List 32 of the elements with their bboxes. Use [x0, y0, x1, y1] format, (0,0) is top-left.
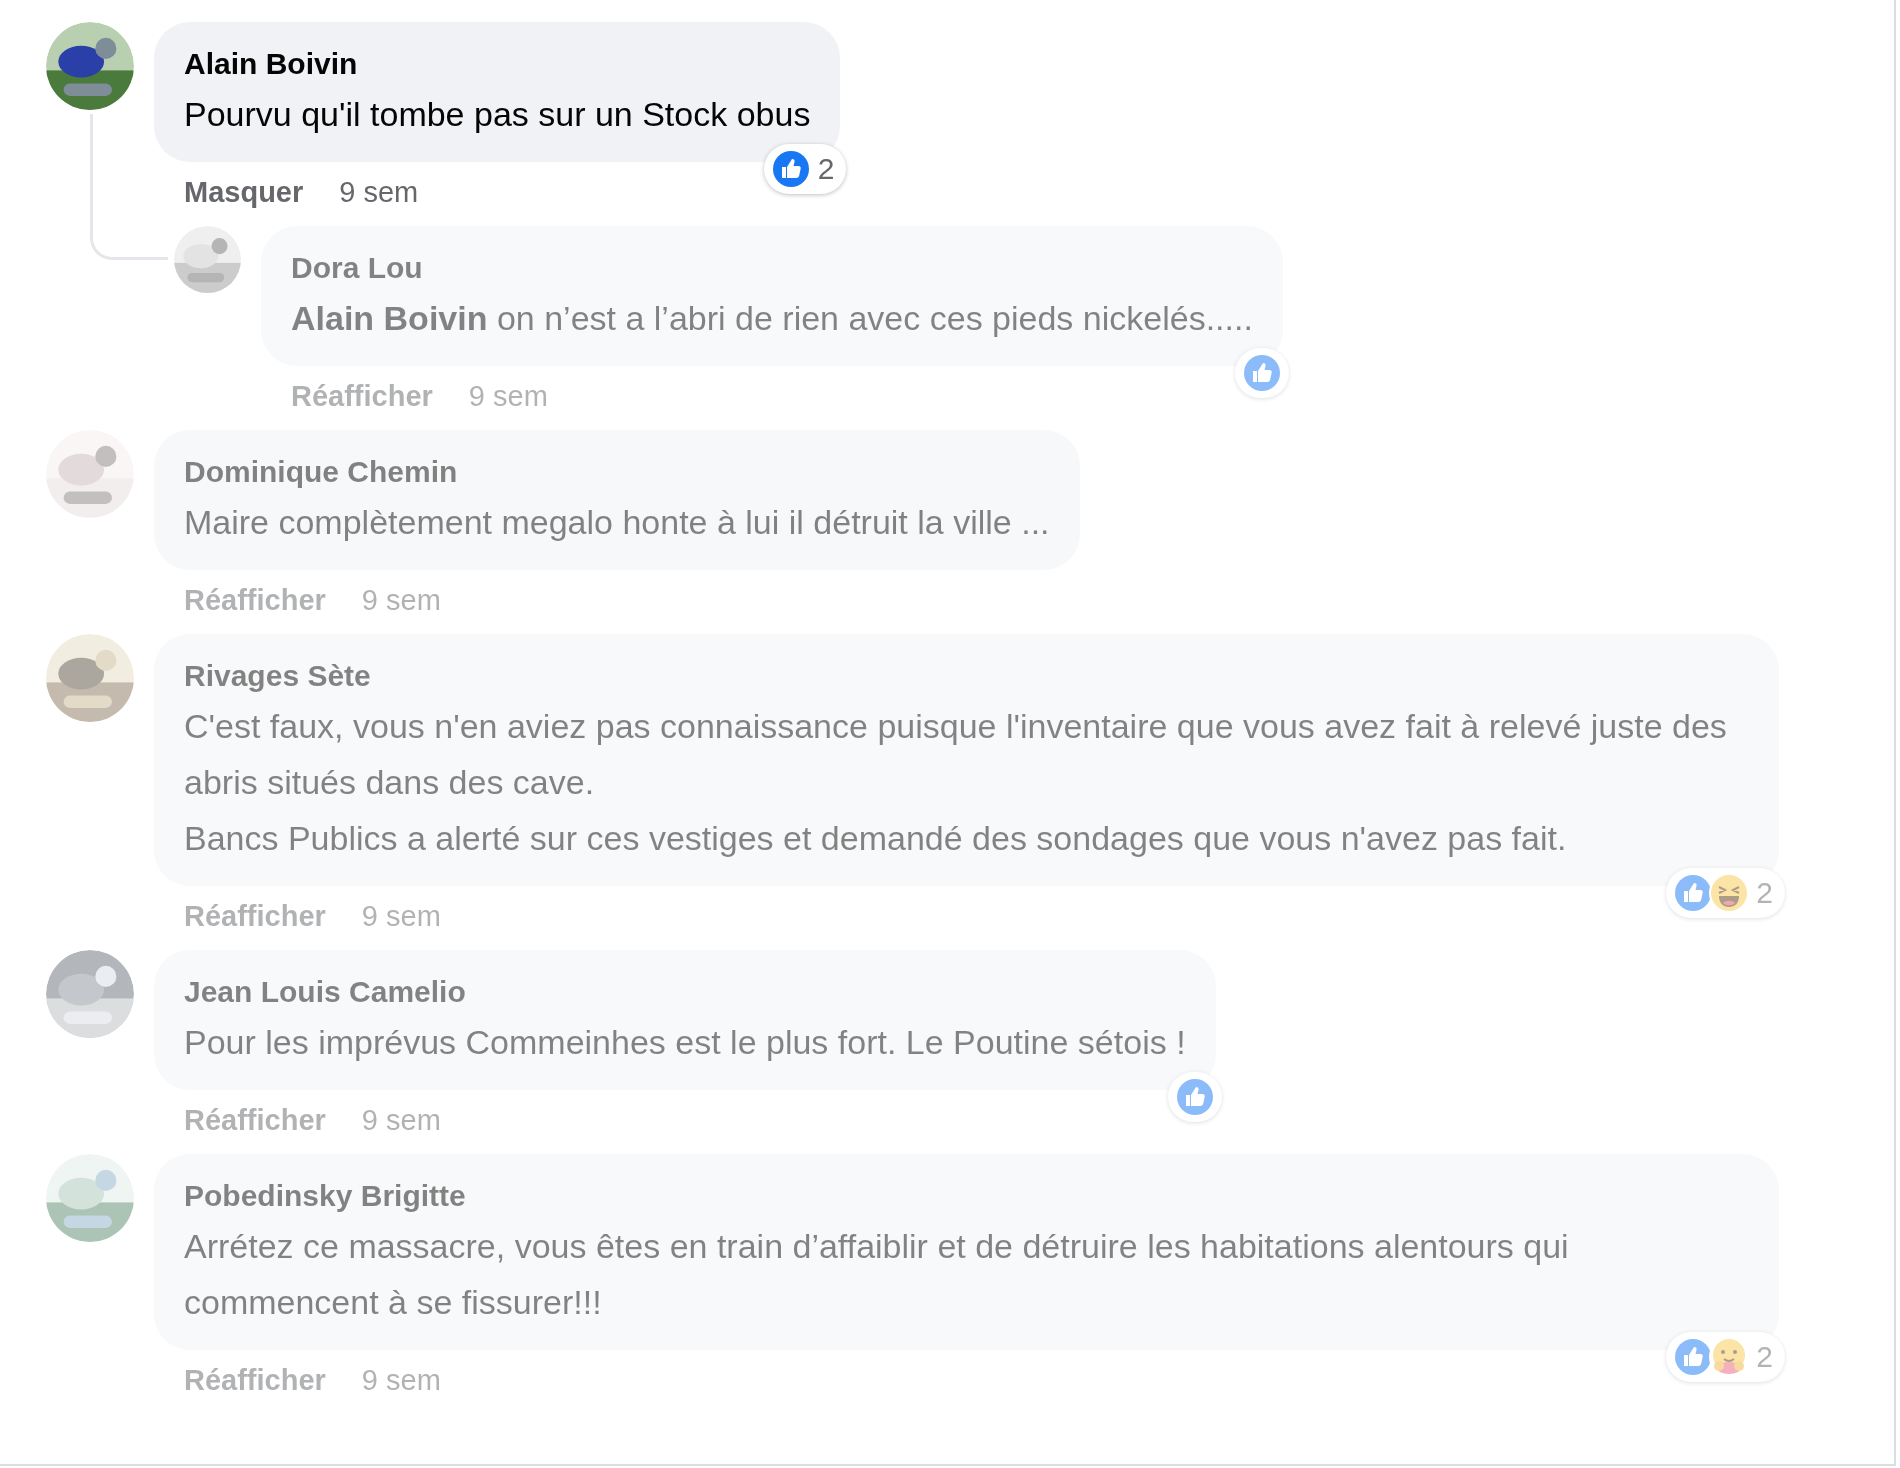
- reaction-badge[interactable]: [1234, 348, 1289, 398]
- timestamp: 9 sem: [361, 583, 441, 618]
- reaction-count: 2: [1755, 875, 1774, 911]
- show-link[interactable]: Réafficher: [184, 1098, 326, 1142]
- comment-text: Pourvu qu'il tombe pas sur un Stock obus: [184, 94, 811, 135]
- timestamp: 9 sem: [339, 175, 419, 210]
- author-name[interactable]: Dora Lou: [291, 246, 1253, 290]
- reaction-badge[interactable]: [1167, 1072, 1222, 1122]
- author-name[interactable]: Jean Louis Camelio: [184, 970, 1186, 1014]
- reaction-badge[interactable]: 2: [1666, 1332, 1785, 1382]
- author-name[interactable]: Dominique Chemin: [184, 450, 1050, 494]
- reaction-count: 2: [816, 151, 836, 187]
- comment-text: C'est faux, vous n'en aviez pas connaissance puisque l'inventaire que vous avez fait à relevé juste des abris situés dans des cave. Bancs Publics a alerté sur ces vestiges et demandé des sondages que vous n'avez pas fait.: [184, 706, 1728, 859]
- author-name[interactable]: Rivages Sète: [184, 654, 1749, 698]
- comment-text: Alain Boivin on n’est a l’abri de rien avec ces pieds nickelés.....: [291, 298, 1253, 339]
- reaction-badge[interactable]: 2: [763, 144, 847, 194]
- reaction-badge[interactable]: 2: [1666, 868, 1785, 918]
- show-link[interactable]: Réafficher: [291, 374, 433, 418]
- timestamp: 9 sem: [361, 1363, 441, 1398]
- timestamp: 9 sem: [361, 899, 441, 934]
- reaction-count: 2: [1755, 1339, 1774, 1375]
- timestamp: 9 sem: [468, 379, 548, 414]
- show-link[interactable]: Réafficher: [184, 578, 326, 622]
- hide-link[interactable]: Masquer: [184, 170, 304, 214]
- comment-text: Pour les imprévus Commeinhes est le plus fort. Le Poutine sétois !: [184, 1022, 1186, 1063]
- author-name[interactable]: Pobedinsky Brigitte: [184, 1174, 1749, 1218]
- comment-text: Arrétez ce massacre, vous êtes en train d’affaiblir et de détruire les habitations alentours qui commencent à se fissurer!!!: [184, 1226, 1570, 1323]
- timestamp: 9 sem: [361, 1103, 441, 1138]
- show-link[interactable]: Réafficher: [184, 1358, 326, 1402]
- author-name[interactable]: Alain Boivin: [184, 42, 811, 86]
- show-link[interactable]: Réafficher: [184, 894, 326, 938]
- comment-text: Maire complètement megalo honte à lui il détruit la ville ...: [184, 502, 1050, 543]
